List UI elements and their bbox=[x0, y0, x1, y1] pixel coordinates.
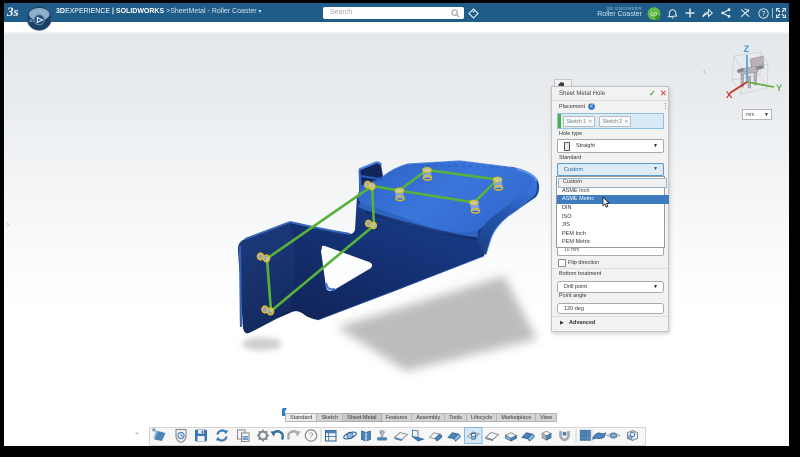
svg-text:?: ? bbox=[309, 431, 314, 440]
